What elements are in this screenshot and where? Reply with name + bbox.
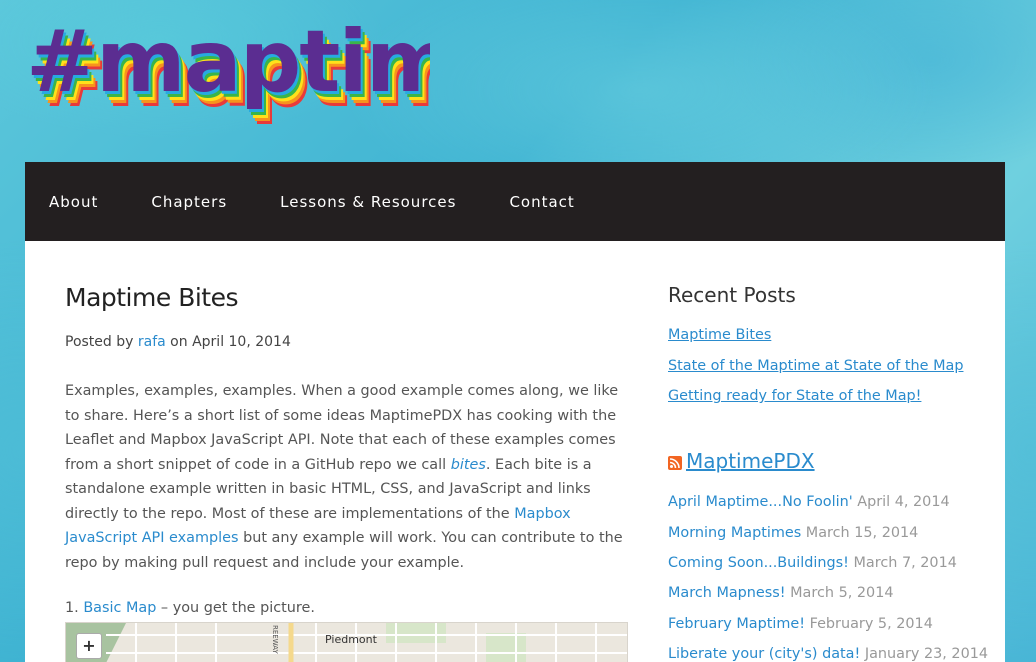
feed-item-date: January 23, 2014 [864, 646, 989, 662]
recent-post-link[interactable]: Maptime Bites [668, 327, 771, 343]
feed-item: Liberate your (city's) data! January 23,… [668, 646, 988, 662]
map-place-label: Piedmont [325, 633, 377, 646]
feed-item-link[interactable]: Liberate your (city's) data! [668, 646, 860, 662]
nav-lessons-resources[interactable]: Lessons & Resources [280, 193, 456, 211]
map-road-label: REEWAY [271, 625, 279, 654]
post-date: April 10, 2014 [192, 334, 291, 350]
site-logo[interactable]: #maptime! #maptime! #maptime! #maptime! … [26, 14, 430, 126]
list-item-text: – you get the picture. [156, 600, 315, 616]
feed-item: March Mapness! March 5, 2014 [668, 585, 894, 601]
embedded-map[interactable]: + REEWAY Piedmont [65, 622, 628, 662]
basic-map-link[interactable]: Basic Map [83, 600, 156, 616]
list-number: 1. [65, 600, 79, 616]
feed-item-link[interactable]: Morning Maptimes [668, 525, 801, 541]
recent-posts-title: Recent Posts [668, 283, 796, 307]
post-byline: Posted by rafa on April 10, 2014 [65, 334, 291, 350]
logo-image: #maptime! #maptime! #maptime! #maptime! … [26, 14, 430, 126]
main-nav: About Chapters Lessons & Resources Conta… [25, 162, 1005, 241]
feed-item: April Maptime...No Foolin' April 4, 2014 [668, 494, 950, 510]
feed-item: Morning Maptimes March 15, 2014 [668, 525, 918, 541]
site-header: #maptime! #maptime! #maptime! #maptime! … [0, 0, 1036, 162]
feed-item-link[interactable]: April Maptime...No Foolin' [668, 494, 853, 510]
feed-item-date: March 7, 2014 [853, 555, 957, 571]
rss-icon[interactable] [668, 456, 682, 470]
feed-item-link[interactable]: Coming Soon...Buildings! [668, 555, 849, 571]
feed-item-date: March 15, 2014 [805, 525, 919, 541]
byline-on: on [170, 334, 188, 350]
feed-item-link[interactable]: February Maptime! [668, 616, 805, 632]
feed-item-link[interactable]: March Mapness! [668, 585, 786, 601]
post-title: Maptime Bites [65, 283, 239, 312]
author-link[interactable]: rafa [138, 334, 166, 350]
bites-link[interactable]: bites [451, 457, 486, 473]
nav-about[interactable]: About [49, 193, 98, 211]
byline-prefix: Posted by [65, 334, 134, 350]
feed-item: Coming Soon...Buildings! March 7, 2014 [668, 555, 957, 571]
recent-post-link[interactable]: State of the Maptime at State of the Map [668, 358, 963, 374]
feed-item-date: February 5, 2014 [809, 616, 933, 632]
content-card: Maptime Bites Posted by rafa on April 10… [25, 241, 1005, 662]
feed-item-date: April 4, 2014 [857, 494, 950, 510]
nav-chapters[interactable]: Chapters [151, 193, 227, 211]
nav-contact[interactable]: Contact [509, 193, 574, 211]
feed-item-date: March 5, 2014 [790, 585, 894, 601]
logo-layer-purple: #maptime! [26, 14, 430, 112]
post-body: Examples, examples, examples. When a goo… [65, 379, 628, 575]
recent-post-link[interactable]: Getting ready for State of the Map! [668, 388, 921, 404]
map-zoom-in-button[interactable]: + [76, 633, 102, 659]
list-item: 1. Basic Map – you get the picture. [65, 600, 315, 616]
feed-item: February Maptime! February 5, 2014 [668, 616, 933, 632]
feed-title-link[interactable]: MaptimePDX [686, 449, 815, 473]
